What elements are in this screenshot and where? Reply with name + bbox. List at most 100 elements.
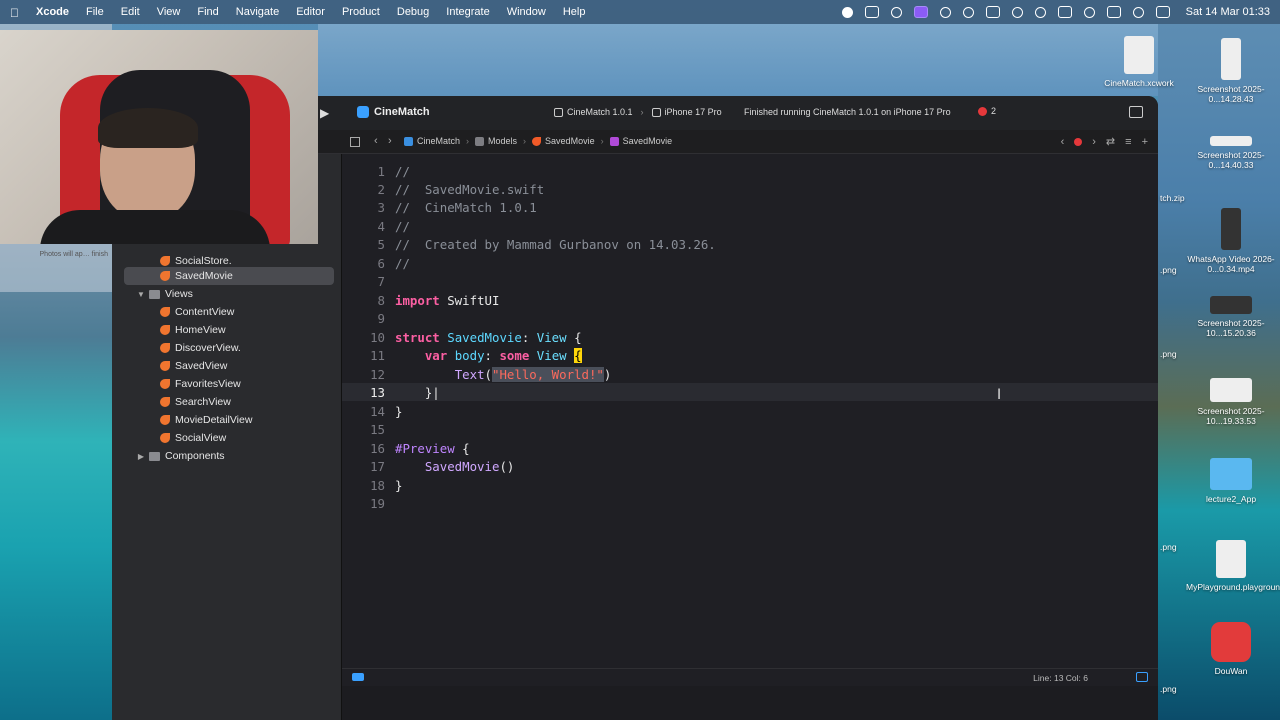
breadcrumb-folder[interactable]: Models [475, 136, 517, 146]
breadcrumb-file[interactable]: SavedMovie [532, 136, 595, 146]
menu-debug[interactable]: Debug [397, 6, 429, 18]
run-button[interactable]: ▶ [320, 106, 332, 120]
camera-icon[interactable] [864, 6, 879, 18]
desktop-icon-screenshot-4[interactable]: Screenshot 2025-10...19.33.53 [1186, 378, 1276, 426]
code-line: 9 [377, 310, 385, 326]
n-app-icon[interactable] [985, 6, 1000, 18]
desktop-icon-screenshot-3[interactable]: Screenshot 2025-10...15.20.36 [1186, 296, 1276, 338]
input-source-icon[interactable] [1057, 6, 1072, 18]
navigator-folder-components[interactable]: ▶ Components [112, 447, 342, 465]
forward-chevron-icon[interactable]: › [388, 135, 392, 147]
code-text: // [395, 163, 410, 179]
wifi-icon[interactable] [1083, 6, 1095, 18]
project-title[interactable]: CineMatch [357, 106, 430, 118]
desktop-icon-playground[interactable]: MyPlayground.playground [1186, 540, 1280, 592]
adjust-editor-icon[interactable]: ⇄ [1106, 135, 1115, 148]
menu-product[interactable]: Product [342, 6, 380, 18]
control-center-icon[interactable] [1155, 6, 1170, 18]
navigator-item-socialview[interactable]: SocialView [112, 429, 342, 447]
desktop-icon-whatsapp-video[interactable]: WhatsApp Video 2026-0...0.34.mp4 [1186, 208, 1276, 274]
lower-editor-area [342, 686, 1158, 720]
play-circle-icon[interactable] [1034, 6, 1046, 18]
next-issue-icon[interactable]: › [1092, 136, 1096, 148]
desktop-wallpaper-top [318, 24, 1158, 96]
desktop-icon-screenshot-2[interactable]: Screenshot 2025-0...14.40.33 [1186, 136, 1276, 170]
issue-indicator-icon[interactable] [1074, 137, 1083, 146]
menu-navigate[interactable]: Navigate [236, 6, 279, 18]
desktop-icon-screenshot-1[interactable]: Screenshot 2025-0...14.28.43 [1186, 38, 1276, 104]
editor-status-bar: Line: 13 Col: 6 [342, 668, 1158, 686]
pen-icon[interactable] [939, 6, 951, 18]
menu-bar:  Xcode File Edit View Find Navigate Edi… [0, 0, 1280, 24]
code-line: 16 #Preview { [370, 440, 470, 456]
code-text: #Preview { [395, 440, 470, 456]
inspector-toggle-icon[interactable] [1129, 106, 1143, 118]
desktop-edge-label[interactable]: .png [1160, 349, 1177, 359]
code-line: 15 [370, 421, 385, 437]
navigator-item-discoverview[interactable]: DiscoverView. [112, 339, 342, 357]
menu-app-name[interactable]: Xcode [36, 6, 69, 18]
battery-icon[interactable] [1106, 6, 1121, 18]
chevron-down-icon[interactable]: ▼ [136, 290, 146, 299]
menu-file[interactable]: File [86, 6, 104, 18]
navigator-item-favoritesview[interactable]: FavoritesView [112, 375, 342, 393]
chrome-icon[interactable] [962, 6, 974, 18]
canvas-toggle-icon[interactable] [1136, 672, 1148, 682]
menu-clock[interactable]: Sat 14 Mar 01:33 [1186, 6, 1270, 18]
navigator-item-savedview[interactable]: SavedView [112, 357, 342, 375]
desktop-wallpaper-right [1158, 24, 1280, 720]
navigator-item-label: SearchView [175, 396, 231, 408]
back-chevron-icon[interactable]: ‹ [374, 135, 378, 147]
text-cursor-icon: I [997, 387, 1002, 403]
network-icon[interactable] [1011, 6, 1023, 18]
desktop-edge-label[interactable]: .png [1160, 265, 1177, 275]
navigator-item-label: SocialView [175, 432, 227, 444]
desktop-icon-douwan[interactable]: DouWan [1186, 622, 1276, 676]
scheme-icon [554, 107, 563, 117]
menu-editor[interactable]: Editor [296, 6, 325, 18]
desktop-edge-label[interactable]: tch.zip [1160, 193, 1185, 203]
desktop-edge-label[interactable]: .png [1160, 684, 1177, 694]
menu-integrate[interactable]: Integrate [446, 6, 489, 18]
debug-area-toggle-icon[interactable] [352, 673, 364, 681]
related-items-grid-icon[interactable] [350, 137, 360, 147]
navigator-item-savedmovie[interactable]: SavedMovie [124, 267, 334, 285]
previous-issue-icon[interactable]: ‹ [1061, 136, 1065, 148]
spotlight-search-icon[interactable] [1132, 6, 1144, 18]
navigator-item-label: MovieDetailView [175, 414, 253, 426]
error-badge[interactable]: 2 [978, 106, 996, 116]
swift-file-icon [160, 325, 170, 335]
playground-file-icon [1216, 540, 1246, 578]
menu-view[interactable]: View [157, 6, 181, 18]
source-editor[interactable]: 1// 2// SavedMovie.swift 3// CineMatch 1… [342, 154, 1158, 668]
add-editor-icon[interactable]: + [1142, 136, 1148, 148]
desktop-edge-label[interactable]: .png [1160, 542, 1177, 552]
code-text: }| [395, 384, 440, 400]
iphone-icon [651, 107, 661, 117]
menu-window[interactable]: Window [507, 6, 546, 18]
navigator-item-moviedetailview[interactable]: MovieDetailView [112, 411, 342, 429]
menu-edit[interactable]: Edit [121, 6, 140, 18]
code-line: 12 Text("Hello, World!") [370, 366, 612, 382]
navigator-folder-views[interactable]: ▼ Views [112, 285, 342, 303]
editor-options-icon[interactable]: ≡ [1125, 136, 1131, 148]
desktop-icon-label: lecture2_App [1205, 494, 1257, 504]
sync-icon[interactable] [890, 6, 902, 18]
desktop-icon-lecture2-app[interactable]: lecture2_App [1186, 458, 1276, 504]
scheme-selector[interactable]: CineMatch 1.0.1 › iPhone 17 Pro [554, 107, 722, 117]
menu-help[interactable]: Help [563, 6, 586, 18]
record-icon[interactable] [841, 6, 853, 18]
breadcrumb-project[interactable]: CineMatch [404, 136, 460, 146]
chevron-right-icon[interactable]: ▶ [136, 452, 146, 461]
code-text: } [395, 477, 403, 493]
screen-share-icon[interactable] [913, 6, 928, 18]
swift-file-icon [160, 379, 170, 389]
desktop-icon-xcworkspace[interactable]: CineMatch.xcwork [1094, 36, 1184, 88]
apple-logo-icon[interactable]:  [10, 6, 22, 20]
navigator-item-contentview[interactable]: ContentView [112, 303, 342, 321]
video-file-icon [1221, 208, 1241, 250]
menu-find[interactable]: Find [197, 6, 218, 18]
navigator-item-homeview[interactable]: HomeView [112, 321, 342, 339]
navigator-item-searchview[interactable]: SearchView [112, 393, 342, 411]
breadcrumb-symbol[interactable]: SavedMovie [609, 136, 672, 146]
